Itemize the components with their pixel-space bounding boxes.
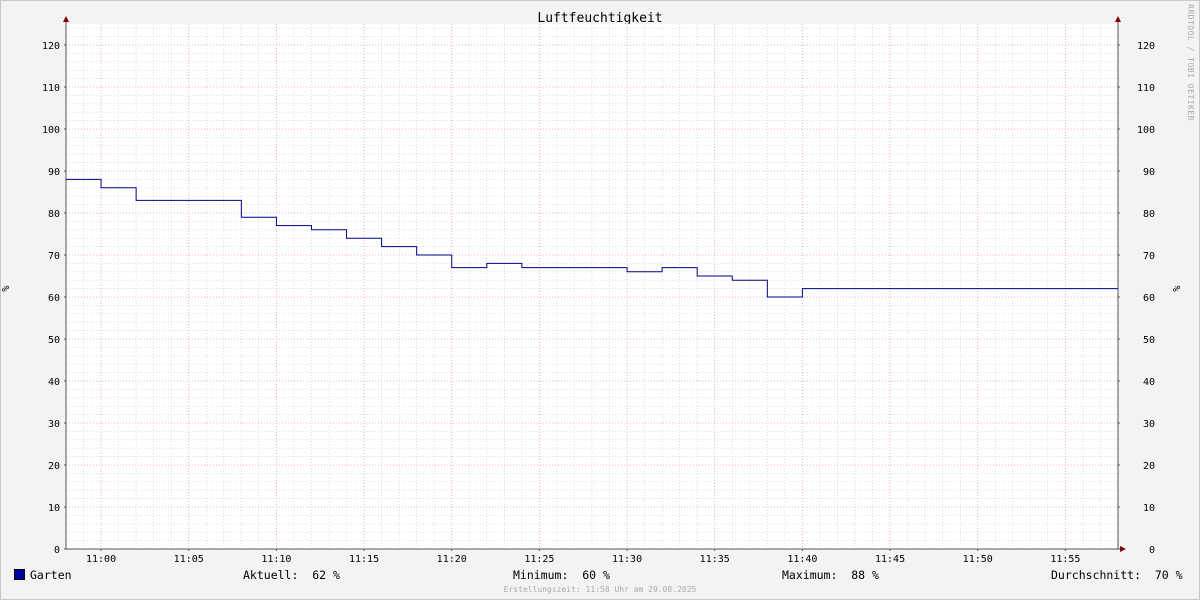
y-tick-label-left: 80 xyxy=(48,209,60,220)
legend-avg-value: 70 % xyxy=(1154,568,1183,582)
y-tick-label-right: 50 xyxy=(1143,335,1155,346)
y-tick-label-left: 30 xyxy=(48,419,60,430)
legend-min-label: Minimum: xyxy=(513,568,569,582)
y-tick-label-right: 110 xyxy=(1137,83,1155,94)
y-axis-label-right: % xyxy=(1172,286,1183,292)
y-axis-arrow-left xyxy=(63,16,69,22)
y-tick-label-right: 120 xyxy=(1137,41,1155,52)
y-tick-label-right: 100 xyxy=(1137,125,1155,136)
legend-maximum: Maximum: 88 % xyxy=(782,568,879,582)
y-ticks-left: 0 10 20 30 40 50 60 70 80 90 100 110 120 xyxy=(42,41,60,556)
y-tick-label-right: 30 xyxy=(1143,419,1155,430)
chart-svg: 0 10 20 30 40 50 60 70 80 90 100 110 120 0 10 20 30 40 50… xyxy=(1,16,1183,565)
x-tick-label: 11:40 xyxy=(787,554,817,565)
legend-current-label: Aktuell: xyxy=(243,568,299,582)
y-ticks-right: 0 10 20 30 40 50 60 70 80 90 100 110 120 xyxy=(1137,41,1155,556)
legend-series-name: Garten xyxy=(30,568,72,582)
y-tick-label-left: 100 xyxy=(42,125,60,136)
legend-average: Durchschnitt: 70 % xyxy=(1051,568,1183,582)
legend-current: Aktuell: 62 % xyxy=(243,568,340,582)
y-tick-label-right: 20 xyxy=(1143,461,1155,472)
x-axis-arrow xyxy=(1120,546,1126,552)
legend-max-label: Maximum: xyxy=(782,568,838,582)
y-tick-label-right: 40 xyxy=(1143,377,1155,388)
x-tick-label: 11:05 xyxy=(174,554,204,565)
y-tick-label-left: 110 xyxy=(42,83,60,94)
y-tick-label-left: 50 xyxy=(48,335,60,346)
legend-minimum: Minimum: 60 % xyxy=(513,568,610,582)
y-tick-label-left: 60 xyxy=(48,293,60,304)
x-tick-label: 11:30 xyxy=(612,554,642,565)
y-tick-label-left: 10 xyxy=(48,503,60,514)
legend-max-value: 88 % xyxy=(851,568,879,582)
y-tick-label-right: 90 xyxy=(1143,167,1155,178)
y-axis-label-left: % xyxy=(1,286,12,292)
y-tick-label-left: 90 xyxy=(48,167,60,178)
x-tick-label: 11:25 xyxy=(524,554,554,565)
x-tick-label: 11:15 xyxy=(349,554,379,565)
x-tick-label: 11:20 xyxy=(437,554,467,565)
y-tick-label-left: 20 xyxy=(48,461,60,472)
y-tick-label-left: 70 xyxy=(48,251,60,262)
x-tick-label: 11:10 xyxy=(261,554,291,565)
y-axis-arrow-right xyxy=(1115,16,1121,22)
y-tick-label-right: 10 xyxy=(1143,503,1155,514)
y-tick-label-left: 0 xyxy=(54,545,60,556)
y-tick-label-right: 80 xyxy=(1143,209,1155,220)
legend-swatch-garten xyxy=(14,569,25,580)
x-tick-label: 11:00 xyxy=(86,554,116,565)
legend-avg-label: Durchschnitt: xyxy=(1051,568,1142,582)
x-tick-label: 11:45 xyxy=(875,554,905,565)
x-tick-label: 11:55 xyxy=(1050,554,1080,565)
creation-timestamp: Erstellungszeit: 11:58 Uhr am 29.08.2025 xyxy=(503,585,697,594)
y-tick-label-right: 70 xyxy=(1143,251,1155,262)
x-tick-label: 11:35 xyxy=(700,554,730,565)
y-tick-label-right: 0 xyxy=(1149,545,1155,556)
y-tick-label-left: 40 xyxy=(48,377,60,388)
y-tick-label-right: 60 xyxy=(1143,293,1155,304)
x-ticks: 11:00 11:05 11:10 11:15 11:20 11:25 11:30 11:35… xyxy=(86,554,1080,565)
legend-min-value: 60 % xyxy=(582,568,610,582)
y-tick-label-left: 120 xyxy=(42,41,60,52)
x-tick-label: 11:50 xyxy=(963,554,993,565)
legend-current-value: 62 % xyxy=(312,568,340,582)
